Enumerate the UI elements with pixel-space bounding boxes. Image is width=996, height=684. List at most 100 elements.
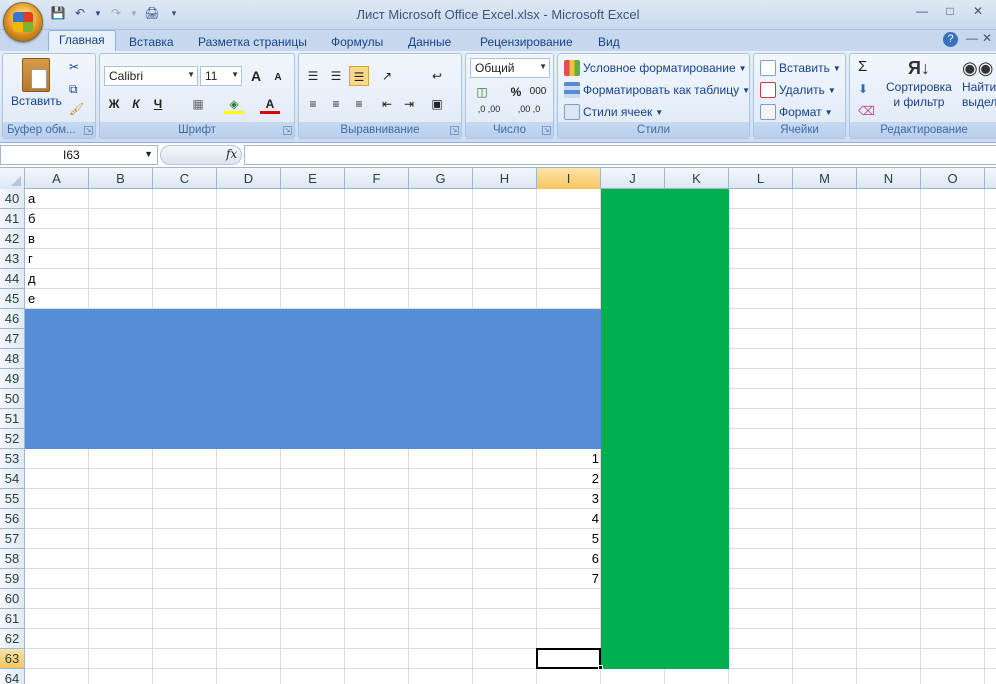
decrease-decimal-button[interactable]: ,00 ,0	[510, 104, 548, 124]
tab-insert[interactable]: Вставка	[125, 33, 178, 51]
worksheet-grid[interactable]: абвгде1234567 ABCDEFGHIJKLMNO 40 41 42 43 44…	[0, 168, 996, 684]
cell-A41[interactable]: б	[28, 209, 35, 229]
blue-filled-range[interactable]	[25, 309, 601, 449]
fill-handle[interactable]	[598, 665, 603, 670]
cell-I55[interactable]: 3	[537, 489, 601, 509]
row-header-40[interactable]: 40	[0, 189, 25, 209]
cell-A45[interactable]: е	[28, 289, 35, 309]
close-icon[interactable]: ✕	[966, 4, 990, 20]
align-bottom-icon[interactable]: ☰	[349, 66, 369, 86]
column-header-L[interactable]: L	[729, 168, 793, 189]
row-header-52[interactable]: 52	[0, 429, 25, 449]
row-header-59[interactable]: 59	[0, 569, 25, 589]
row-header-61[interactable]: 61	[0, 609, 25, 629]
cell-I53[interactable]: 1	[537, 449, 601, 469]
thousands-button[interactable]: 000	[528, 82, 548, 102]
column-header-G[interactable]: G	[409, 168, 473, 189]
help-icon[interactable]: ?	[943, 32, 958, 47]
tab-page-layout[interactable]: Разметка страницы	[194, 33, 311, 51]
row-header-60[interactable]: 60	[0, 589, 25, 609]
sort-filter-button[interactable]: Я↓ Сортировка и фильтр	[886, 58, 952, 109]
align-middle-icon[interactable]: ☰	[326, 66, 346, 86]
insert-cells-button[interactable]: Вставить ▼	[760, 60, 841, 76]
paste-button[interactable]: Вставить	[11, 58, 62, 108]
row-header-63[interactable]: 63	[0, 649, 25, 669]
column-header-I[interactable]: I	[537, 168, 601, 189]
font-size-combo[interactable]: 11 ▼	[200, 66, 242, 86]
tab-review[interactable]: Рецензирование	[476, 33, 577, 51]
row-header-43[interactable]: 43	[0, 249, 25, 269]
column-header-O[interactable]: O	[921, 168, 985, 189]
cell-I57[interactable]: 5	[537, 529, 601, 549]
tab-data[interactable]: Данные	[404, 33, 455, 51]
office-button[interactable]	[3, 2, 43, 42]
column-header-N[interactable]: N	[857, 168, 921, 189]
align-left-icon[interactable]: ≡	[303, 94, 323, 114]
row-header-58[interactable]: 58	[0, 549, 25, 569]
row-header-41[interactable]: 41	[0, 209, 25, 229]
row-header-48[interactable]: 48	[0, 349, 25, 369]
column-header-F[interactable]: F	[345, 168, 409, 189]
fill-color-icon[interactable]: ◈	[224, 94, 244, 114]
clear-icon[interactable]: ⌫	[858, 104, 875, 118]
row-header-54[interactable]: 54	[0, 469, 25, 489]
name-box[interactable]: I63 ▼	[0, 145, 158, 165]
clipboard-launcher-icon[interactable]: ↘	[84, 126, 93, 135]
fill-icon[interactable]: ⬇	[858, 82, 868, 96]
merge-center-icon[interactable]: ▣	[427, 94, 447, 114]
cell-I58[interactable]: 6	[537, 549, 601, 569]
cell-I56[interactable]: 4	[537, 509, 601, 529]
row-header-50[interactable]: 50	[0, 389, 25, 409]
ribbon-minimize-icon[interactable]: —	[966, 31, 978, 45]
column-header-E[interactable]: E	[281, 168, 345, 189]
row-header-45[interactable]: 45	[0, 289, 25, 309]
row-header-49[interactable]: 49	[0, 369, 25, 389]
delete-cells-button[interactable]: Удалить ▼	[760, 82, 836, 98]
cell-I59[interactable]: 7	[537, 569, 601, 589]
row-header-62[interactable]: 62	[0, 629, 25, 649]
row-header-57[interactable]: 57	[0, 529, 25, 549]
cell-styles-button[interactable]: Стили ячеек ▼	[564, 104, 663, 120]
column-header-K[interactable]: K	[665, 168, 729, 189]
maximize-icon[interactable]: □	[938, 4, 962, 20]
row-header-47[interactable]: 47	[0, 329, 25, 349]
insert-function-icon[interactable]: fx	[226, 147, 237, 161]
format-as-table-button[interactable]: Форматировать как таблицу ▼	[564, 82, 750, 98]
column-header-D[interactable]: D	[217, 168, 281, 189]
workbook-close-icon[interactable]: ✕	[982, 31, 992, 45]
tab-home[interactable]: Главная	[48, 30, 116, 51]
alignment-launcher-icon[interactable]: ↘	[450, 126, 459, 135]
row-header-46[interactable]: 46	[0, 309, 25, 329]
borders-icon[interactable]: ▦	[188, 94, 208, 114]
font-color-button[interactable]: A	[260, 94, 280, 114]
row-header-53[interactable]: 53	[0, 449, 25, 469]
tab-view[interactable]: Вид	[594, 33, 624, 51]
align-center-icon[interactable]: ≡	[326, 94, 346, 114]
increase-decimal-button[interactable]: ,0 ,00	[470, 104, 508, 124]
shrink-font-button[interactable]: A	[268, 68, 288, 88]
column-header-H[interactable]: H	[473, 168, 537, 189]
column-header-M[interactable]: M	[793, 168, 857, 189]
increase-indent-icon[interactable]: ⇥	[399, 94, 419, 114]
format-cells-button[interactable]: Формат ▼	[760, 104, 833, 120]
cell-A40[interactable]: а	[28, 189, 35, 209]
conditional-formatting-button[interactable]: Условное форматирование ▼	[564, 60, 747, 76]
orientation-icon[interactable]: ↗	[377, 66, 397, 86]
formula-input[interactable]	[244, 145, 996, 165]
cell-A44[interactable]: д	[28, 269, 36, 289]
copy-icon[interactable]: ⧉	[69, 82, 78, 97]
row-header-56[interactable]: 56	[0, 509, 25, 529]
number-format-combo[interactable]: Общий ▼	[470, 58, 550, 78]
row-header-55[interactable]: 55	[0, 489, 25, 509]
format-painter-icon[interactable]: 🖌	[69, 102, 84, 116]
align-right-icon[interactable]: ≡	[349, 94, 369, 114]
tab-formulas[interactable]: Формулы	[327, 33, 387, 51]
italic-button[interactable]: К	[126, 94, 146, 114]
bold-button[interactable]: Ж	[104, 94, 124, 114]
wrap-text-icon[interactable]: ↩	[427, 66, 447, 86]
green-filled-range[interactable]	[601, 189, 729, 669]
underline-button[interactable]: Ч	[148, 94, 168, 114]
cut-icon[interactable]: ✂	[69, 60, 79, 74]
cell-A43[interactable]: г	[28, 249, 33, 269]
percent-button[interactable]: %	[506, 82, 526, 102]
